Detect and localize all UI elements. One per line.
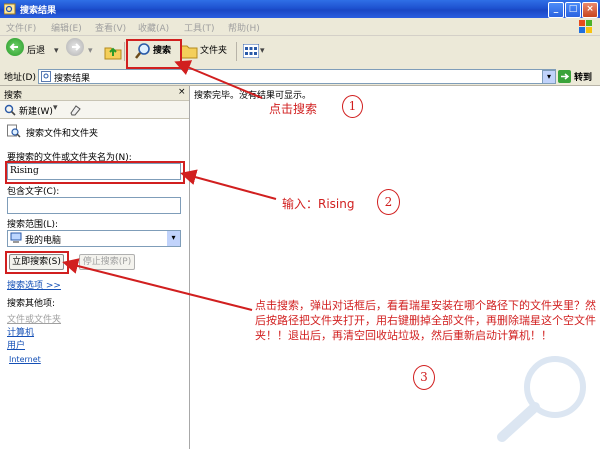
forward-icon[interactable] <box>66 38 84 56</box>
other-computers-link[interactable]: 计算机 <box>7 325 34 338</box>
search-pane-header: 搜索 × <box>0 86 189 101</box>
annotation-number-1: 1 <box>342 95 363 118</box>
menu-bar: 文件(F) 编辑(E) 查看(V) 收藏(A) 工具(T) 帮助(H) <box>0 18 600 36</box>
toolbar-separator <box>236 42 237 61</box>
menu-tools[interactable]: 工具(T) <box>184 21 215 34</box>
highlight-filename-input <box>5 161 185 184</box>
views-icon[interactable] <box>243 44 259 58</box>
lookin-select[interactable]: 我的电脑 ▾ <box>7 230 181 247</box>
stop-search-button[interactable]: 停止搜索(P) <box>79 254 135 270</box>
annotation-step3: 点击搜索，弹出对话框后，看看瑞星安装在哪个路径下的文件夹里？然后按路径把文件夹打… <box>255 299 596 342</box>
window-title: 搜索结果 <box>20 6 57 16</box>
back-dropdown-icon[interactable]: ▾ <box>54 40 59 62</box>
lookin-label: 搜索范围(L): <box>7 220 59 230</box>
lookin-dropdown-icon[interactable]: ▾ <box>167 231 180 246</box>
internet-link[interactable]: Internet <box>9 355 41 364</box>
search-pane-title: 搜索 <box>4 91 23 101</box>
section-title: 搜索文件和文件夹 <box>26 129 99 139</box>
menu-help[interactable]: 帮助(H) <box>228 21 260 34</box>
annotation-step2: 输入：Rising <box>282 197 355 211</box>
search-window-icon <box>4 3 16 15</box>
highlight-search-button <box>126 39 182 69</box>
new-search-dropdown-icon[interactable]: ▾ <box>53 103 58 113</box>
annotation-number-3: 3 <box>413 365 435 390</box>
address-value: 搜索结果 <box>54 74 91 84</box>
search-options-link[interactable]: 搜索选项 >> <box>7 278 61 291</box>
other-users-link[interactable]: 用户 <box>7 338 25 351</box>
toolbar-separator <box>124 42 125 61</box>
close-pane-icon[interactable]: × <box>178 87 186 97</box>
menu-view[interactable]: 查看(V) <box>95 21 126 34</box>
address-label: 地址(D) <box>4 73 36 83</box>
contains-text-input[interactable] <box>7 197 181 214</box>
new-search-icon[interactable] <box>4 104 16 116</box>
my-computer-icon <box>10 232 22 243</box>
windows-logo-icon <box>579 20 592 33</box>
other-files-folders-link[interactable]: 文件或文件夹 <box>7 312 61 325</box>
address-dropdown-icon[interactable]: ▾ <box>542 70 556 84</box>
magnifier-watermark-icon <box>497 356 586 442</box>
back-icon[interactable] <box>6 38 24 56</box>
go-arrow-icon[interactable] <box>558 70 571 83</box>
contains-label: 包含文字(C): <box>7 187 60 197</box>
arrow-step2 <box>180 169 277 200</box>
views-dropdown-icon[interactable]: ▾ <box>260 40 265 62</box>
lookin-value: 我的电脑 <box>25 236 62 246</box>
annotation-number-2: 2 <box>377 189 400 215</box>
title-bar: 搜索结果 _ □ × <box>0 0 600 18</box>
menu-edit[interactable]: 编辑(E) <box>51 21 82 34</box>
close-button[interactable]: × <box>582 2 598 18</box>
address-input[interactable]: 搜索结果 <box>38 69 556 84</box>
address-bar: 地址(D) 搜索结果 ▾ 转到 <box>0 67 600 86</box>
search-files-icon <box>7 124 21 138</box>
highlight-search-now <box>5 251 69 274</box>
menu-file[interactable]: 文件(F) <box>6 21 36 34</box>
back-button[interactable]: 后退 <box>27 40 45 62</box>
annotation-step1: 点击搜索 <box>269 102 318 116</box>
eraser-icon[interactable] <box>69 104 81 116</box>
minimize-button[interactable]: _ <box>548 2 564 18</box>
search-pane-controls: 新建(W) ▾ <box>0 101 189 119</box>
search-results-page-icon <box>41 71 51 82</box>
new-search-button[interactable]: 新建(W) <box>19 104 53 117</box>
other-places-label: 搜索其他项: <box>7 299 56 309</box>
go-button[interactable]: 转到 <box>574 70 592 83</box>
forward-dropdown-icon[interactable]: ▾ <box>88 40 93 62</box>
toolbar: 后退 ▾ ▾ 搜索 文件夹 ▾ <box>0 36 600 68</box>
menu-favorites[interactable]: 收藏(A) <box>138 21 169 34</box>
folders-button[interactable]: 文件夹 <box>200 40 227 62</box>
maximize-button[interactable]: □ <box>565 2 581 18</box>
up-folder-icon[interactable] <box>104 42 122 60</box>
folders-icon[interactable] <box>180 42 198 60</box>
